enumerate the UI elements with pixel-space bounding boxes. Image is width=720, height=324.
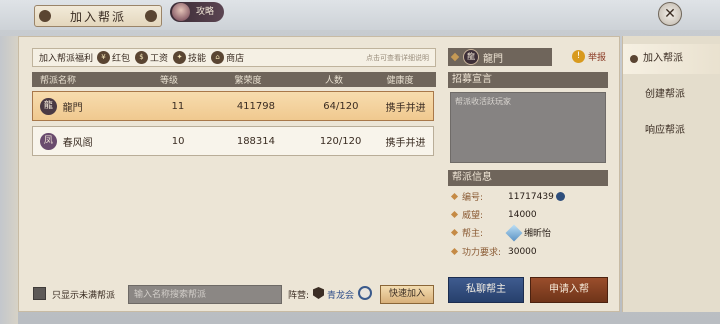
- skill-icon: ✦: [173, 51, 187, 64]
- header-level: 等级: [159, 76, 178, 86]
- red-envelope-icon: ¥: [97, 51, 111, 64]
- only-not-full-label: 只显示未满帮派: [52, 291, 116, 301]
- guild-level: 11: [171, 100, 185, 112]
- welfare-item-label: 工资: [150, 54, 169, 64]
- tab-respond-guild[interactable]: 响应帮派: [623, 116, 720, 146]
- info-leader-value: 缃昕怡: [524, 229, 552, 239]
- diamond-bullet-icon: [450, 192, 459, 201]
- table-row[interactable]: 凤 春风阁 10 188314 120/120 携手并进: [32, 126, 434, 156]
- header-fame: 繁荣度: [234, 76, 262, 86]
- recruit-text: 帮派收活跃玩家: [450, 92, 606, 163]
- info-power-label: 功力要求:: [462, 248, 502, 258]
- guild-level: 10: [171, 135, 185, 147]
- guild-emblem-icon: 龍: [40, 97, 57, 115]
- tab-label: 创建帮派: [645, 89, 685, 100]
- info-leader-label: 帮主:: [462, 229, 484, 239]
- page-title: 加入帮派: [34, 5, 162, 27]
- guild-emblem-icon: 龍: [463, 49, 479, 65]
- guild-health: 携手并进: [385, 102, 426, 114]
- close-button[interactable]: ✕: [658, 2, 682, 26]
- info-id-label: 编号:: [462, 193, 484, 203]
- table-row[interactable]: 龍 龍門 11 411798 64/120 携手并进: [32, 91, 434, 121]
- diamond-bullet-icon: [450, 52, 460, 62]
- header-count: 人数: [324, 76, 343, 86]
- quick-join-button[interactable]: 快速加入: [380, 285, 434, 304]
- guild-fame: 188314: [236, 135, 276, 147]
- info-id-value: 11717439: [508, 191, 554, 202]
- info-fame-row: 威望: 14000: [450, 208, 537, 221]
- close-x-icon: ✕: [664, 6, 676, 22]
- info-fame-value: 14000: [508, 209, 537, 220]
- wage-icon: $: [135, 51, 149, 64]
- welfare-item-skill[interactable]: ✦ 技能: [173, 51, 206, 64]
- leader-gem-icon: [505, 224, 523, 241]
- guild-count: 120/120: [319, 135, 362, 147]
- header-name: 帮派名称: [40, 76, 77, 86]
- left-decoration: [0, 36, 18, 324]
- apply-join-button[interactable]: 申请入帮: [530, 277, 608, 303]
- welfare-bar[interactable]: 加入帮派福利 ¥ 红包 $ 工资 ✦ 技能 ⌂ 商店 点击可查看详细说明: [32, 48, 436, 67]
- diamond-bullet-icon: [450, 247, 459, 256]
- strategy-avatar-icon: [172, 3, 190, 21]
- shop-icon: ⌂: [211, 51, 225, 64]
- tab-label: 响应帮派: [645, 125, 685, 136]
- active-dot-icon: [630, 55, 638, 63]
- welfare-item-red-envelope[interactable]: ¥ 红包: [97, 51, 130, 64]
- ornament-right-icon: [145, 10, 157, 22]
- magnifier-icon[interactable]: [555, 192, 565, 201]
- welfare-item-label: 红包: [112, 54, 131, 64]
- ornament-left-icon: [39, 10, 51, 22]
- tab-join-guild[interactable]: 加入帮派: [623, 44, 720, 74]
- info-leader-row: 帮主: 缃昕怡: [450, 224, 552, 241]
- strategy-label: 攻略: [196, 7, 215, 17]
- strategy-button[interactable]: 攻略: [170, 2, 225, 22]
- welfare-hint: 点击可查看详细说明: [366, 53, 429, 62]
- welfare-item-label: 技能: [188, 54, 207, 64]
- info-title: 帮派信息: [448, 170, 608, 186]
- page-title-text: 加入帮派: [69, 9, 126, 24]
- camp-name: 青龙会: [327, 291, 355, 301]
- tab-label: 加入帮派: [643, 53, 683, 64]
- report-button[interactable]: ! 举报: [572, 50, 606, 63]
- welfare-item-shop[interactable]: ⌂ 商店: [211, 51, 244, 64]
- exclamation-icon: !: [572, 50, 585, 63]
- camp-switch-icon[interactable]: [358, 286, 372, 300]
- selected-guild-header: 龍 龍門: [448, 48, 552, 66]
- only-not-full-checkbox[interactable]: [33, 287, 46, 300]
- guild-fame: 411798: [236, 100, 275, 112]
- header-health: 健康度: [386, 76, 414, 86]
- info-power-value: 30000: [508, 246, 537, 257]
- message-leader-button[interactable]: 私聊帮主: [448, 277, 524, 303]
- guild-name: 龍門: [62, 102, 83, 114]
- diamond-bullet-icon: [450, 228, 459, 237]
- tab-create-guild[interactable]: 创建帮派: [623, 80, 720, 110]
- guild-search-input[interactable]: [128, 285, 282, 304]
- welfare-label: 加入帮派福利: [39, 54, 94, 64]
- guild-count: 64/120: [323, 100, 359, 112]
- guild-name: 春风阁: [62, 137, 93, 149]
- info-power-row: 功力要求: 30000: [450, 245, 537, 258]
- recruit-title: 招募宣言: [448, 72, 608, 88]
- table-header: 帮派名称 等级 繁荣度 人数 健康度: [32, 72, 436, 87]
- diamond-bullet-icon: [450, 210, 459, 219]
- info-id-row: 编号: 11717439: [450, 190, 565, 203]
- selected-guild-name: 龍門: [483, 53, 503, 65]
- welfare-item-label: 商店: [226, 54, 245, 64]
- welfare-item-wage[interactable]: $ 工资: [135, 51, 168, 64]
- info-fame-label: 威望:: [462, 211, 484, 221]
- side-tabs: 加入帮派 创建帮派 响应帮派: [622, 36, 720, 312]
- guild-emblem-icon: 凤: [40, 132, 57, 150]
- guild-health: 携手并进: [385, 137, 426, 149]
- camp-label: 阵营:: [288, 291, 310, 301]
- report-label: 举报: [588, 53, 607, 63]
